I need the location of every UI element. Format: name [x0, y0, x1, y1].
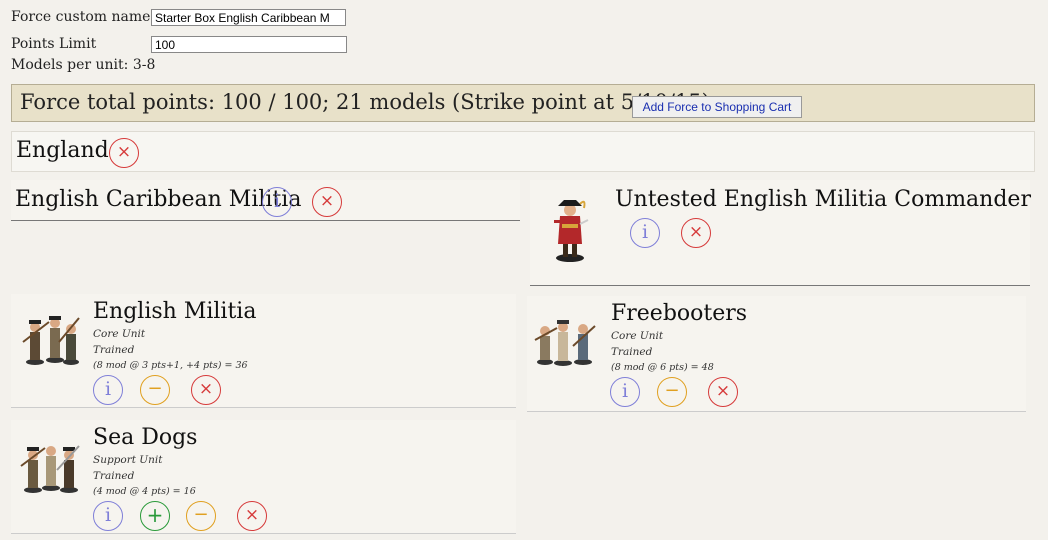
remove-force-list-button[interactable]: ×: [312, 187, 342, 217]
english-militia-miniature-image: [22, 316, 80, 365]
unit-cost: (8 mod @ 6 pts) = 48: [611, 362, 714, 373]
remove-unit-button[interactable]: ×: [191, 375, 221, 405]
minus-icon: −: [664, 380, 680, 401]
close-icon: ×: [244, 505, 260, 525]
unit-experience: Trained: [611, 346, 653, 358]
close-icon: ×: [198, 379, 214, 399]
unit-info-button[interactable]: i: [610, 377, 640, 407]
minus-icon: −: [193, 504, 209, 525]
remove-commander-button[interactable]: ×: [681, 218, 711, 248]
unit-role: Core Unit: [611, 330, 664, 342]
commander-info-button[interactable]: i: [630, 218, 660, 248]
freebooters-miniature-image: [534, 320, 596, 366]
unit-card-english-militia: English Militia Core Unit Trained (8 mod…: [11, 294, 516, 408]
decrease-models-button[interactable]: −: [140, 375, 170, 405]
force-total-text: Force total points: 100 / 100; 21 models…: [20, 90, 710, 114]
commander-name: Untested English Militia Commander: [615, 187, 1031, 212]
plus-icon: +: [146, 503, 164, 527]
close-icon: ×: [319, 191, 335, 211]
unit-name: Freebooters: [611, 301, 748, 326]
decrease-models-button[interactable]: −: [657, 377, 687, 407]
force-list-header: English Caribbean Militia i ×: [11, 180, 520, 221]
points-limit-input[interactable]: 100: [151, 36, 347, 53]
nation-row: England ×: [11, 131, 1035, 172]
info-icon: i: [104, 504, 112, 526]
force-list-name: English Caribbean Militia: [15, 187, 302, 212]
info-icon: i: [621, 380, 629, 402]
info-icon: i: [273, 190, 281, 212]
unit-role: Support Unit: [93, 454, 163, 466]
unit-card-freebooters: Freebooters Core Unit Trained (8 mod @ 6…: [527, 296, 1026, 412]
info-icon: i: [104, 378, 112, 400]
decrease-models-button[interactable]: −: [186, 501, 216, 531]
nation-name: England: [16, 138, 109, 163]
unit-name: English Militia: [93, 299, 257, 324]
unit-info-button[interactable]: i: [93, 501, 123, 531]
force-total-bar: Force total points: 100 / 100; 21 models…: [11, 84, 1035, 122]
remove-nation-button[interactable]: ×: [109, 138, 139, 168]
unit-cost: (8 mod @ 3 pts+1, +4 pts) = 36: [93, 360, 248, 371]
close-icon: ×: [715, 381, 731, 401]
close-icon: ×: [688, 222, 704, 242]
unit-info-button[interactable]: i: [93, 375, 123, 405]
unit-role: Core Unit: [93, 328, 146, 340]
commander-miniature-image: [554, 200, 589, 262]
remove-unit-button[interactable]: ×: [708, 377, 738, 407]
info-icon: i: [641, 221, 649, 243]
close-icon: ×: [116, 142, 132, 162]
increase-models-button[interactable]: +: [140, 501, 170, 531]
unit-experience: Trained: [93, 470, 135, 482]
commander-card: Untested English Militia Commander i ×: [530, 180, 1031, 286]
add-to-cart-button[interactable]: Add Force to Shopping Cart: [632, 96, 802, 118]
points-limit-label: Points Limit: [11, 36, 97, 52]
unit-experience: Trained: [93, 344, 135, 356]
minus-icon: −: [147, 378, 163, 399]
force-name-input[interactable]: Starter Box English Caribbean M: [151, 9, 346, 26]
sea-dogs-miniature-image: [20, 445, 80, 493]
unit-cost: (4 mod @ 4 pts) = 16: [93, 486, 196, 497]
remove-unit-button[interactable]: ×: [237, 501, 267, 531]
force-list-info-button[interactable]: i: [262, 187, 292, 217]
unit-name: Sea Dogs: [93, 425, 198, 450]
models-per-unit-text: Models per unit: 3-8: [11, 57, 156, 73]
unit-card-sea-dogs: Sea Dogs Support Unit Trained (4 mod @ 4…: [11, 420, 516, 534]
force-name-label: Force custom name:: [11, 9, 156, 25]
